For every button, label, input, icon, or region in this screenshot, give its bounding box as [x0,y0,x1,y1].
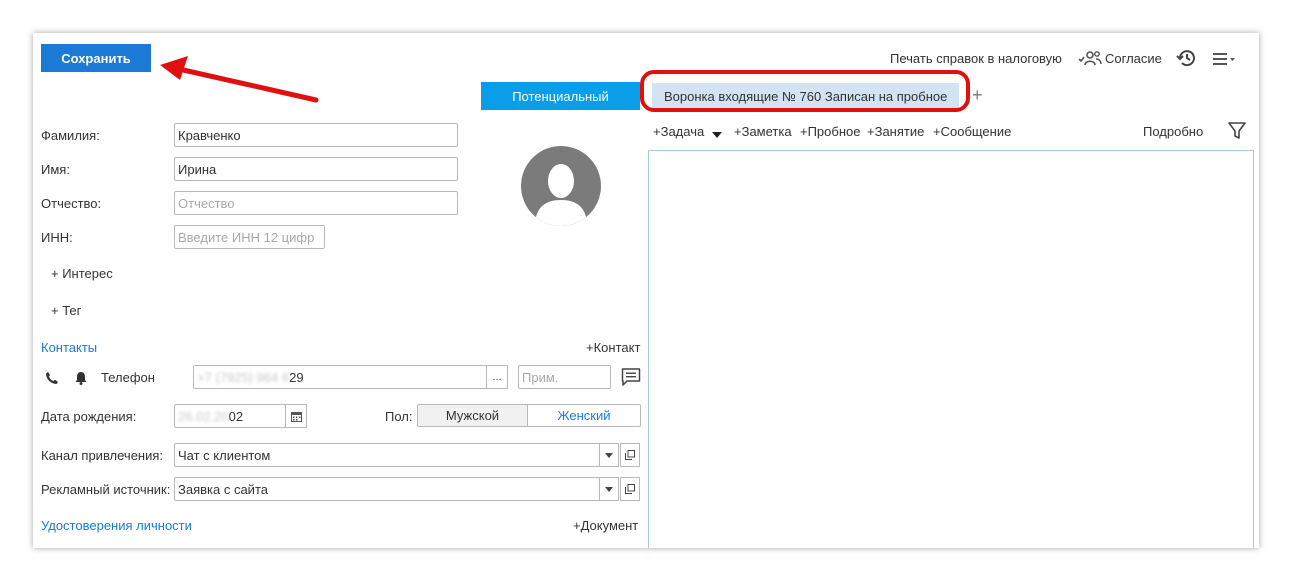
add-document-link[interactable]: +Документ [573,518,638,533]
add-trial-link[interactable]: +Пробное [800,124,860,139]
annotation-arrow [160,56,319,103]
gender-label: Пол: [385,409,413,424]
phone-value-tail: 29 [289,369,304,385]
gender-female-button[interactable]: Женский [527,404,641,427]
avatar[interactable] [521,146,601,226]
add-note-link[interactable]: +Заметка [734,124,792,139]
add-task-link[interactable]: +Задача [653,124,704,139]
name-label: Имя: [41,162,70,177]
surname-input[interactable]: Кравченко [174,123,458,147]
ad-source-label: Рекламный источник: [41,482,171,497]
message-icon[interactable] [621,367,641,387]
ad-source-select[interactable]: Заявка с сайта [174,477,600,501]
chevron-down-icon [605,486,613,492]
phone-value-hidden: +7 (7925) 964 6 [197,369,290,385]
contacts-heading[interactable]: Контакты [41,340,97,355]
tab-potential[interactable]: Потенциальный [481,82,640,110]
phone-more-button[interactable]: ... [486,365,508,389]
client-card: Сохранить Печать справок в налоговую Сог… [33,33,1259,548]
ad-source-open-button[interactable] [620,477,640,501]
name-input[interactable]: Ирина [174,157,458,181]
add-tab-button[interactable]: + [972,85,983,106]
more-menu-icon[interactable] [1213,51,1239,67]
open-window-icon [625,484,635,494]
patronymic-input[interactable]: Отчество [174,191,458,215]
surname-label: Фамилия: [41,128,100,143]
birth-date-label: Дата рождения: [41,409,137,424]
inn-input[interactable]: Введите ИНН 12 цифр [174,225,325,249]
history-icon[interactable] [1176,47,1198,69]
details-link[interactable]: Подробно [1143,124,1203,139]
phone-label: Телефон [101,370,155,385]
consent-link[interactable]: Согласие [1105,51,1162,66]
channel-open-button[interactable] [620,443,640,467]
filter-icon[interactable] [1228,122,1246,140]
timeline-panel [648,150,1254,548]
birth-date-input[interactable]: 26.02.20 02 [174,404,286,428]
chevron-down-icon [605,452,613,458]
ad-source-dropdown-button[interactable] [599,477,619,501]
inn-label: ИНН: [41,230,73,245]
birth-value-tail: 02 [228,408,244,424]
highlight-frame [640,70,970,112]
channel-label: Канал привлечения: [41,448,164,463]
birth-value-hidden: 26.02.20 [178,408,229,424]
add-interest-link[interactable]: + Интерес [51,266,113,281]
add-lesson-link[interactable]: +Занятие [867,124,924,139]
print-tax-certificates-link[interactable]: Печать справок в налоговую [890,51,1062,66]
add-message-link[interactable]: +Сообщение [933,124,1011,139]
add-contact-link[interactable]: +Контакт [586,340,640,355]
phone-icon [45,371,59,385]
identity-documents-heading[interactable]: Удостоверения личности [41,518,192,533]
open-window-icon [625,450,635,460]
phone-note-input[interactable]: Прим. [518,365,611,389]
gender-male-button[interactable]: Мужской [417,404,528,427]
calendar-icon [290,411,302,422]
channel-select[interactable]: Чат с клиентом [174,443,600,467]
task-dropdown-icon[interactable] [711,127,723,138]
channel-dropdown-button[interactable] [599,443,619,467]
save-button[interactable]: Сохранить [41,44,151,72]
users-check-icon[interactable] [1078,49,1102,67]
phone-input[interactable]: +7 (7925) 964 6 29 [193,365,487,389]
add-tag-link[interactable]: + Тег [51,303,81,318]
patronymic-label: Отчество: [41,196,102,211]
bell-icon[interactable] [74,371,88,385]
calendar-button[interactable] [285,404,307,428]
